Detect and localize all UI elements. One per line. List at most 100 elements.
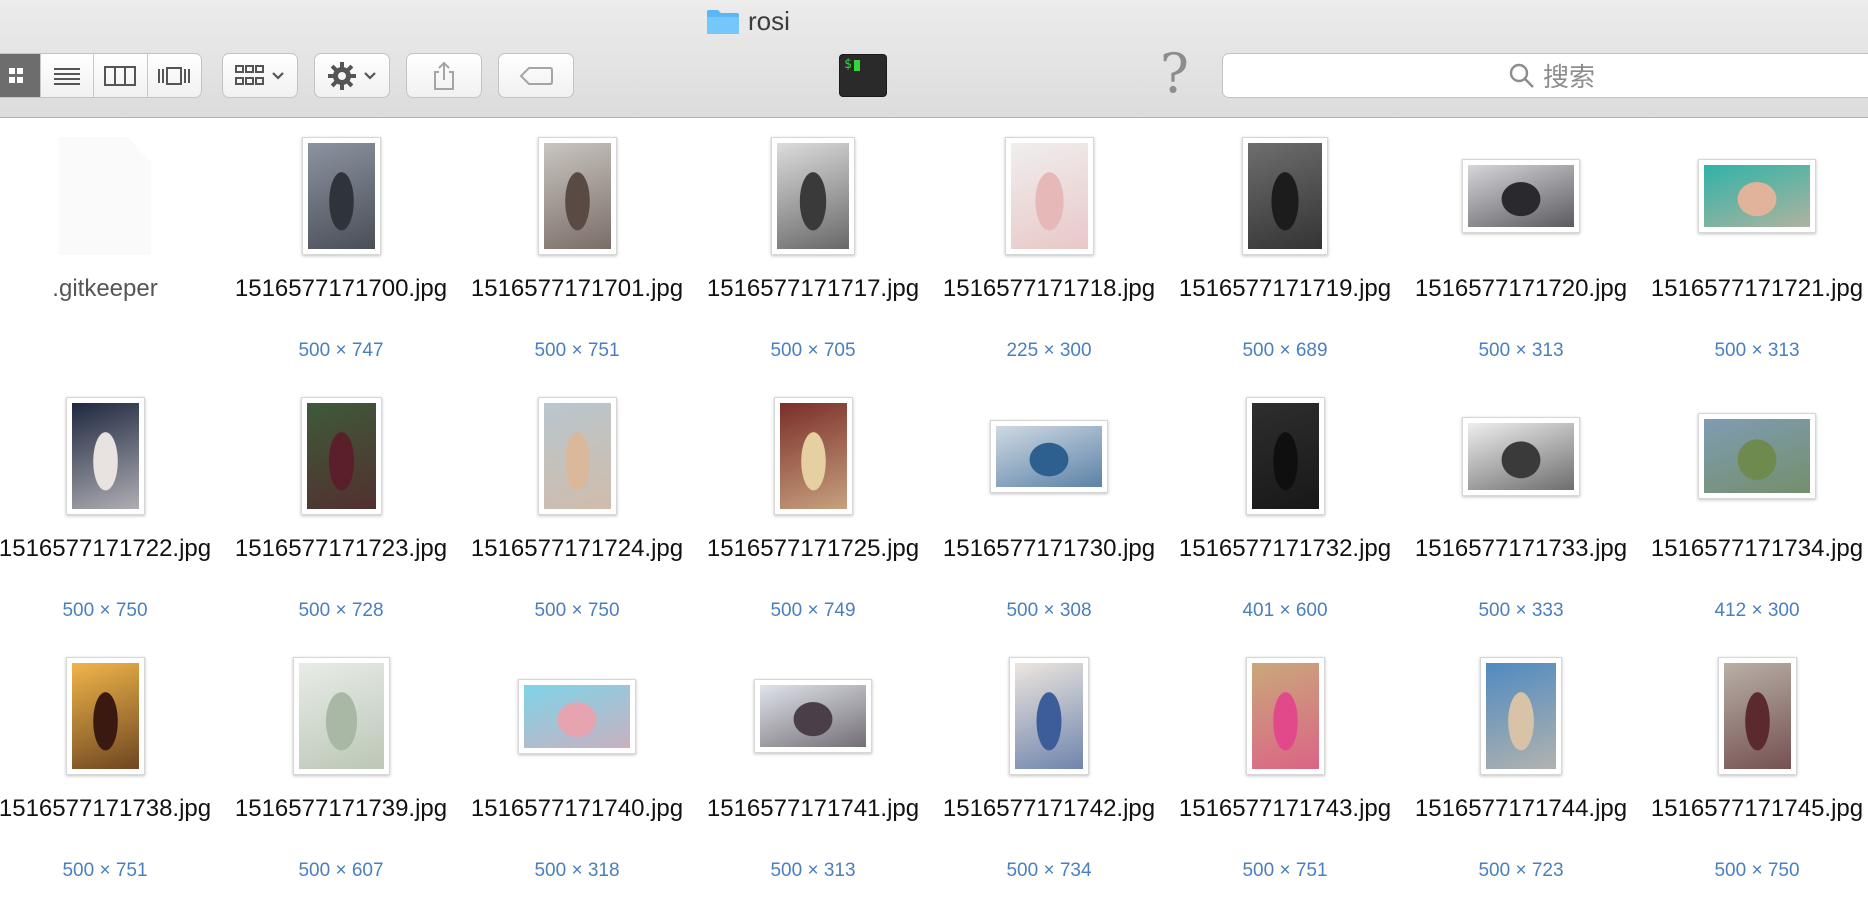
photo-preview (779, 403, 847, 509)
file-name: 1516577171730.jpg (942, 535, 1156, 562)
photo-preview (1468, 422, 1574, 490)
file-name: 1516577171721.jpg (1650, 275, 1864, 302)
image-dimensions: 500 × 750 (1714, 860, 1800, 881)
image-dimensions: 500 × 705 (770, 340, 856, 361)
file-name: 1516577171732.jpg (1178, 535, 1392, 562)
photo-preview (1248, 143, 1322, 249)
image-thumbnail (292, 657, 390, 775)
tag-icon (519, 66, 553, 85)
list-view-button[interactable] (41, 54, 94, 97)
file-name: 1516577171725.jpg (706, 535, 920, 562)
file-name: 1516577171720.jpg (1414, 275, 1628, 302)
window-title: rosi (706, 2, 790, 40)
file-name: 1516577171738.jpg (0, 795, 212, 822)
image-thumbnail (537, 137, 617, 255)
help-icon[interactable]: ? (1160, 46, 1189, 102)
image-thumbnail (1242, 137, 1328, 255)
image-dimensions: 500 × 751 (534, 340, 620, 361)
image-thumbnail (1480, 657, 1562, 775)
image-dimensions: 500 × 313 (1478, 340, 1564, 361)
file-name: 1516577171733.jpg (1414, 535, 1628, 562)
image-dimensions: 500 × 749 (770, 600, 856, 621)
image-dimensions: 500 × 313 (1714, 340, 1800, 361)
photo-preview (1723, 663, 1791, 769)
gear-icon (328, 61, 356, 90)
share-button[interactable] (406, 53, 482, 98)
file-thumbnail-area (1167, 136, 1403, 256)
file-thumbnail-area (931, 656, 1167, 776)
photo-preview (777, 143, 849, 249)
file-name: 1516577171700.jpg (234, 275, 448, 302)
image-dimensions: 500 × 308 (1006, 600, 1092, 621)
cover-flow-button[interactable] (148, 54, 201, 97)
image-thumbnail (65, 657, 145, 775)
cover-flow-icon (158, 66, 191, 85)
image-thumbnail (1245, 657, 1325, 775)
image-dimensions: 500 × 747 (298, 340, 384, 361)
file-thumbnail-area (695, 136, 931, 256)
chevron-down-icon (272, 71, 284, 80)
file-name: 1516577171723.jpg (234, 535, 448, 562)
arrange-grid-icon (235, 64, 264, 85)
file-thumbnail-area (223, 656, 459, 776)
image-dimensions: 500 × 728 (298, 600, 384, 621)
file-name: 1516577171745.jpg (1650, 795, 1864, 822)
file-icon-grid: .gitkeeper 1516577171700.jpg 500 × 747 1516… (0, 118, 1868, 900)
image-thumbnail (1009, 657, 1089, 775)
icon-view-button[interactable] (0, 54, 42, 97)
image-thumbnail (518, 678, 636, 754)
file-thumbnail-area (695, 396, 931, 516)
image-dimensions: 500 × 723 (1478, 860, 1564, 881)
image-thumbnail (1698, 159, 1816, 233)
image-thumbnail (1462, 416, 1580, 496)
action-button[interactable] (314, 53, 390, 98)
photo-preview (71, 403, 139, 509)
photo-preview (1468, 165, 1574, 227)
photo-preview (760, 685, 866, 747)
image-thumbnail (1698, 413, 1816, 499)
file-name: 1516577171724.jpg (470, 535, 684, 562)
file-name: 1516577171740.jpg (470, 795, 684, 822)
image-thumbnail (754, 679, 872, 753)
file-thumbnail-area (1639, 656, 1868, 776)
search-field[interactable]: 搜索 (1222, 53, 1868, 98)
folder-icon (706, 8, 740, 35)
photo-preview (1486, 663, 1556, 769)
file-thumbnail-area (0, 136, 223, 256)
file-name: 1516577171701.jpg (470, 275, 684, 302)
image-dimensions: 500 × 689 (1242, 340, 1328, 361)
image-thumbnail (1717, 657, 1797, 775)
file-thumbnail-area (931, 396, 1167, 516)
file-name: 1516577171734.jpg (1650, 535, 1864, 562)
file-name: 1516577171741.jpg (706, 795, 920, 822)
file-name: 1516577171719.jpg (1178, 275, 1392, 302)
image-thumbnail (300, 397, 382, 515)
file-thumbnail-area (459, 396, 695, 516)
photo-preview (1704, 419, 1810, 493)
column-view-button[interactable] (94, 54, 148, 97)
finder-toolbar: rosi $ ? 搜索 (0, 0, 1868, 118)
image-dimensions: 500 × 750 (534, 600, 620, 621)
file-name: 1516577171742.jpg (942, 795, 1156, 822)
image-dimensions: 500 × 750 (62, 600, 148, 621)
photo-preview (298, 663, 384, 769)
terminal-button[interactable]: $ (840, 55, 886, 96)
photo-preview (543, 403, 611, 509)
file-thumbnail-area (459, 136, 695, 256)
image-dimensions: 500 × 751 (1242, 860, 1328, 881)
file-thumbnail-area (1403, 136, 1639, 256)
photo-preview (71, 663, 139, 769)
file-thumbnail-area (0, 656, 223, 776)
arrange-button[interactable] (222, 53, 298, 98)
tags-button[interactable] (498, 53, 574, 98)
terminal-cursor-icon (854, 60, 860, 71)
photo-preview (306, 403, 376, 509)
file-name: 1516577171743.jpg (1178, 795, 1392, 822)
file-thumbnail-area (695, 656, 931, 776)
share-icon (434, 61, 454, 90)
image-thumbnail (773, 397, 853, 515)
file-name: 1516577171739.jpg (234, 795, 448, 822)
photo-preview (307, 143, 375, 249)
image-dimensions: 500 × 751 (62, 860, 148, 881)
image-thumbnail (1462, 159, 1580, 233)
